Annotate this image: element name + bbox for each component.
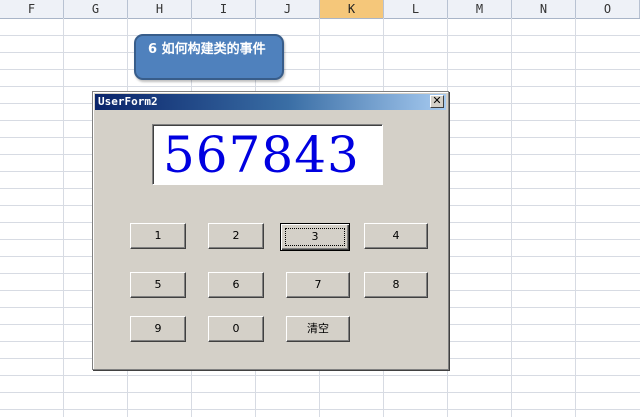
title-bar[interactable]: UserForm2 ✕: [95, 94, 446, 110]
digit-8-button[interactable]: 8: [364, 272, 428, 298]
digit-7-button[interactable]: 7: [286, 272, 350, 298]
display-value: 567843: [163, 126, 360, 184]
column-header-o[interactable]: O: [576, 0, 640, 18]
grid-row-line: [0, 375, 640, 376]
column-header-l[interactable]: L: [384, 0, 448, 18]
column-header-h[interactable]: H: [128, 0, 192, 18]
digit-1-button[interactable]: 1: [130, 223, 186, 249]
digit-5-button[interactable]: 5: [130, 272, 186, 298]
callout-text: 6 如何构建类的事件: [148, 42, 266, 57]
column-header-row: F G H I J K L M N O: [0, 0, 640, 19]
column-header-g[interactable]: G: [64, 0, 128, 18]
digit-4-button[interactable]: 4: [364, 223, 428, 249]
clear-button[interactable]: 清空: [286, 316, 350, 342]
grid-row-line: [0, 69, 640, 70]
column-header-n[interactable]: N: [512, 0, 576, 18]
digit-2-button[interactable]: 2: [208, 223, 264, 249]
callout-shape[interactable]: 6 如何构建类的事件: [134, 34, 284, 80]
digit-9-button[interactable]: 9: [130, 316, 186, 342]
column-header-m[interactable]: M: [448, 0, 512, 18]
column-header-f[interactable]: F: [0, 0, 64, 18]
digit-0-button[interactable]: 0: [208, 316, 264, 342]
grid-row-line: [0, 392, 640, 393]
grid-row-line: [0, 409, 640, 410]
number-display[interactable]: 567843: [152, 124, 383, 185]
column-header-i[interactable]: I: [192, 0, 256, 18]
userform-window[interactable]: UserForm2 ✕ 567843 1 2 3 4 5 6 7 8 9 0 清…: [92, 91, 449, 370]
window-title: UserForm2: [98, 95, 158, 108]
grid-row-line: [0, 86, 640, 87]
grid-row-line: [0, 52, 640, 53]
grid-row-line: [0, 35, 640, 36]
digit-6-button[interactable]: 6: [208, 272, 264, 298]
column-header-j[interactable]: J: [256, 0, 320, 18]
column-header-k[interactable]: K: [320, 0, 384, 18]
digit-3-button[interactable]: 3: [280, 223, 350, 251]
close-icon[interactable]: ✕: [430, 95, 444, 108]
